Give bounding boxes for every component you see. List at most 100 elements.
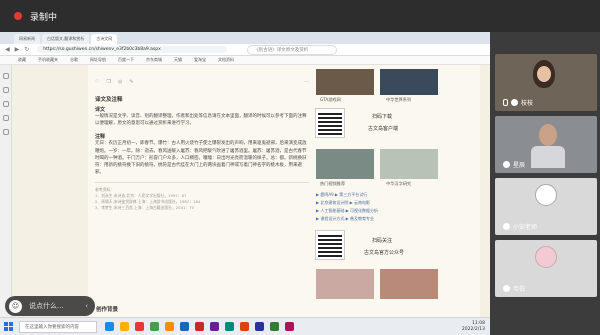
creation-background-title: 创作背景 — [96, 307, 119, 313]
rail-icon[interactable] — [2, 115, 9, 121]
app-icon[interactable] — [240, 322, 249, 331]
app-icon[interactable] — [105, 322, 114, 331]
back-icon[interactable]: ◀ — [5, 46, 10, 53]
participant-panel: 枝枝 星辰 小安老师 韦伯 — [490, 32, 600, 335]
link-list: ▶ 鹿鸣A9 ▶ 第三方平台试行 ▶ 北京建筑设计院 ▶ 云南电影 ▶ 人工智能… — [316, 191, 378, 223]
app-icon[interactable] — [285, 322, 294, 331]
browser-tab-bar: 网易新闻 白话版文,翻译和赏析 古诗文网 — [0, 32, 490, 44]
participant-name: 韦伯 — [503, 284, 525, 293]
forward-icon[interactable]: ▶ — [15, 46, 20, 53]
right-sidebar: GTA游戏网 中华世界系列 扫码下载 古文岛客户端 热门视频推荐 中华汉字研究 … — [312, 65, 480, 317]
participant-tile[interactable]: 小安老师 — [495, 178, 597, 235]
ad-image[interactable] — [380, 69, 438, 95]
windows-start-icon[interactable] — [4, 322, 13, 331]
heart-icon[interactable]: ♡ — [95, 79, 99, 85]
refresh-icon[interactable]: ↻ — [24, 46, 29, 53]
system-clock[interactable]: 11:08 2022/2/13 — [462, 321, 485, 332]
translation-text: 一般情况是文字、读音、别的翻译整理，作者和出处等信息请在文本里面，翻译的时候可以… — [95, 114, 307, 127]
download-subtitle: 古文岛客户端 — [368, 126, 399, 132]
app-icon[interactable] — [225, 322, 234, 331]
taskbar-search-field[interactable]: 在这里输入你要搜索的内容 — [19, 320, 97, 333]
bookmark-item[interactable]: 京东商城 — [146, 57, 162, 63]
chevron-left-icon[interactable]: ‹ — [85, 302, 88, 310]
word-icon[interactable] — [180, 322, 189, 331]
rail-icon[interactable] — [2, 73, 9, 79]
link-row[interactable]: ▶ 北京建筑设计院 ▶ 云南电影 — [316, 199, 378, 207]
link-row[interactable]: ▶ 鹿鸣A9 ▶ 第三方平台试行 — [316, 191, 378, 199]
ad-image[interactable] — [380, 149, 438, 179]
bookmark-item[interactable]: 文档资料 — [218, 57, 234, 63]
recording-bar: 录制中 — [0, 0, 600, 32]
ad-image[interactable] — [316, 149, 374, 179]
divider — [95, 182, 309, 184]
participant-name-label: 小安老师 — [513, 224, 538, 231]
ad-caption[interactable]: 中华汉字研究 — [386, 181, 411, 187]
app-icon[interactable] — [135, 322, 144, 331]
bookmarks-bar: 收藏 手机收藏夹 谷歌 网址导航 百度一下 京东商城 天猫 爱淘宝 文档资料 — [0, 56, 490, 65]
url-field[interactable]: https://so.gushiwen.cn/shiwenv_e3f2b0c3b… — [37, 46, 228, 53]
browser-tab[interactable]: 白话版文,翻译和赏析 — [42, 34, 90, 44]
copy-icon[interactable]: ❐ — [106, 79, 110, 85]
article-toolbar: ♡ ❐ ◎ ✎ ⋯ — [95, 79, 309, 85]
person-icon — [503, 161, 510, 168]
app-icon[interactable] — [150, 322, 159, 331]
shirt — [531, 146, 565, 168]
ad-caption[interactable]: 中华世界系列 — [386, 97, 411, 103]
rail-icon[interactable] — [2, 101, 9, 107]
screen-recording-window: 录制中 网易新闻 白话版文,翻译和赏析 古诗文网 ◀ ▶ ↻ https://s… — [0, 0, 600, 335]
bookmark-item[interactable]: 收藏 — [18, 57, 26, 63]
notes-title: 译文及注释 — [95, 97, 123, 103]
edit-icon[interactable]: ✎ — [129, 79, 133, 85]
bookmark-item[interactable]: 百度一下 — [118, 57, 134, 63]
app-icon[interactable] — [195, 322, 204, 331]
bookmark-item[interactable]: 天猫 — [174, 57, 182, 63]
folder-icon[interactable] — [120, 322, 129, 331]
bookmark-item[interactable]: 谷歌 — [70, 57, 78, 63]
bookmark-item[interactable]: 网址导航 — [90, 57, 106, 63]
person-icon — [511, 99, 518, 106]
chat-input[interactable]: ☺ 说点什么... ‹ — [5, 296, 95, 316]
app-icon[interactable] — [165, 322, 174, 331]
avatar — [535, 184, 557, 206]
ad-caption[interactable]: 热门视频推荐 — [320, 181, 345, 187]
browser-tab[interactable]: 网易新闻 — [14, 34, 40, 44]
participant-tile[interactable]: 枝枝 — [495, 54, 597, 111]
link-row[interactable]: ▶ 课程设计方式 ▶ 普及教育专业 — [316, 215, 378, 223]
avatar — [539, 124, 557, 146]
download-title: 扫码下载 — [372, 114, 393, 120]
recording-status: 录制中 — [30, 12, 58, 23]
smile-icon[interactable]: ☺ — [9, 299, 22, 313]
page-content: ♡ ❐ ◎ ✎ ⋯ 译文及注释 译文 一般情况是文字、读音、别的翻译整理，作者和… — [12, 65, 490, 317]
bookmark-item[interactable]: 手机收藏夹 — [38, 57, 58, 63]
avatar — [535, 246, 557, 268]
participant-tile[interactable]: 韦伯 — [495, 240, 597, 297]
speaker-icon[interactable]: ◎ — [118, 79, 122, 85]
qr-code — [315, 108, 345, 138]
participant-name: 星辰 — [503, 160, 525, 169]
more-icon[interactable]: ⋯ — [304, 79, 309, 85]
bookmark-item[interactable]: 爱淘宝 — [194, 57, 206, 63]
browser-tab-active[interactable]: 古诗文网 — [91, 34, 118, 44]
app-icon[interactable] — [210, 322, 219, 331]
notes-heading: 注释 — [95, 134, 106, 141]
clock-date: 2022/2/13 — [461, 326, 485, 332]
app-icon[interactable] — [255, 322, 264, 331]
ad-caption[interactable]: GTA游戏网 — [320, 97, 341, 103]
app-icon[interactable] — [270, 322, 279, 331]
ad-image[interactable] — [316, 69, 374, 95]
chat-placeholder: 说点什么... — [29, 302, 64, 310]
follow-title: 扫码关注 — [372, 238, 393, 244]
rail-icon[interactable] — [2, 129, 9, 135]
ad-image[interactable] — [380, 269, 438, 299]
rail-icon[interactable] — [2, 87, 9, 93]
face — [537, 66, 551, 82]
participant-tile[interactable]: 星辰 — [495, 116, 597, 173]
person-icon — [503, 285, 510, 292]
address-bar: ◀ ▶ ↻ https://so.gushiwen.cn/shiwenv_e3f… — [0, 44, 490, 56]
qr-code — [315, 230, 345, 260]
shared-screen: 网易新闻 白话版文,翻译和赏析 古诗文网 ◀ ▶ ↻ https://so.gu… — [0, 32, 490, 317]
ad-image[interactable] — [316, 269, 374, 299]
link-row[interactable]: ▶ 人工智能基础 ▶ 可视化数据分析 — [316, 207, 378, 215]
translation-heading: 译文 — [95, 107, 106, 113]
browser-search-field[interactable]: 《别古语》译文原文及赏析 — [247, 44, 338, 55]
